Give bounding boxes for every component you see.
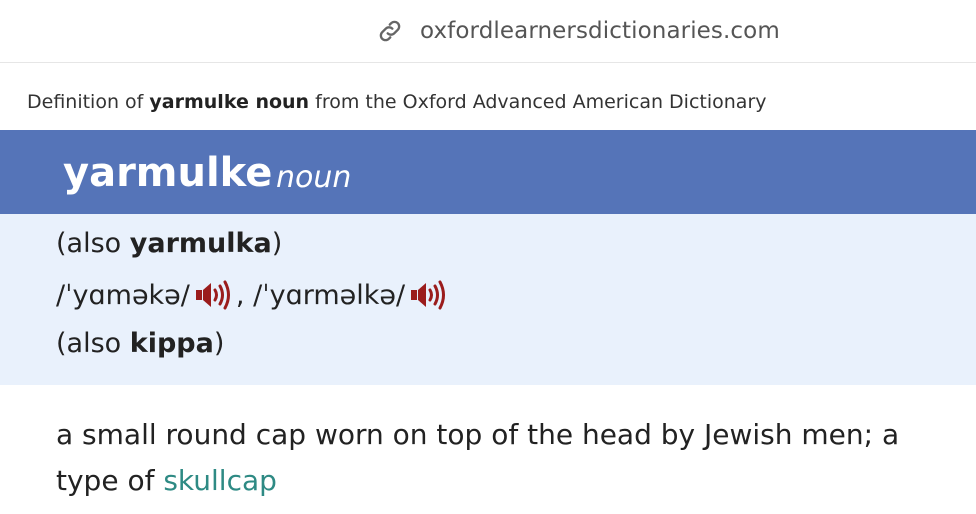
variant-open: (also [56, 328, 122, 359]
pronunciation-separator: , [235, 279, 245, 311]
source-prefix: Definition of [27, 91, 144, 113]
variant-line-kippa: (also kippa) [56, 328, 224, 359]
variant-close: ) [271, 228, 283, 259]
variant-close: ) [213, 328, 225, 359]
speaker-icon[interactable] [409, 278, 449, 312]
link-icon [379, 20, 401, 42]
source-term: yarmulke noun [149, 91, 310, 113]
variant-line-yarmulka: (also yarmulka) [56, 228, 282, 259]
part-of-speech: noun [276, 160, 352, 195]
source-suffix: from the Oxford Advanced American Dictio… [315, 91, 767, 113]
definition-text: a small round cap worn on top of the hea… [56, 412, 966, 504]
pronunciation-2: /ˈyɑrməlkə/ [253, 279, 406, 311]
headword: yarmulke [63, 150, 273, 196]
dictionary-source-line: Definition of yarmulke noun from the Oxf… [27, 91, 767, 113]
speaker-icon[interactable] [194, 278, 234, 312]
browser-url-bar[interactable]: oxfordlearnersdictionaries.com [0, 0, 976, 63]
variant-word: yarmulka [129, 228, 272, 259]
url-display[interactable]: oxfordlearnersdictionaries.com [376, 16, 780, 46]
variant-word: kippa [129, 328, 214, 359]
variant-open: (also [56, 228, 122, 259]
url-text: oxfordlearnersdictionaries.com [420, 18, 780, 44]
xref-link-skullcap[interactable]: skullcap [163, 464, 277, 497]
pronunciation-line: /ˈyɑməkə/ , /ˈyɑrməlkə/ [56, 278, 451, 312]
pronunciation-1: /ˈyɑməkə/ [56, 279, 190, 311]
